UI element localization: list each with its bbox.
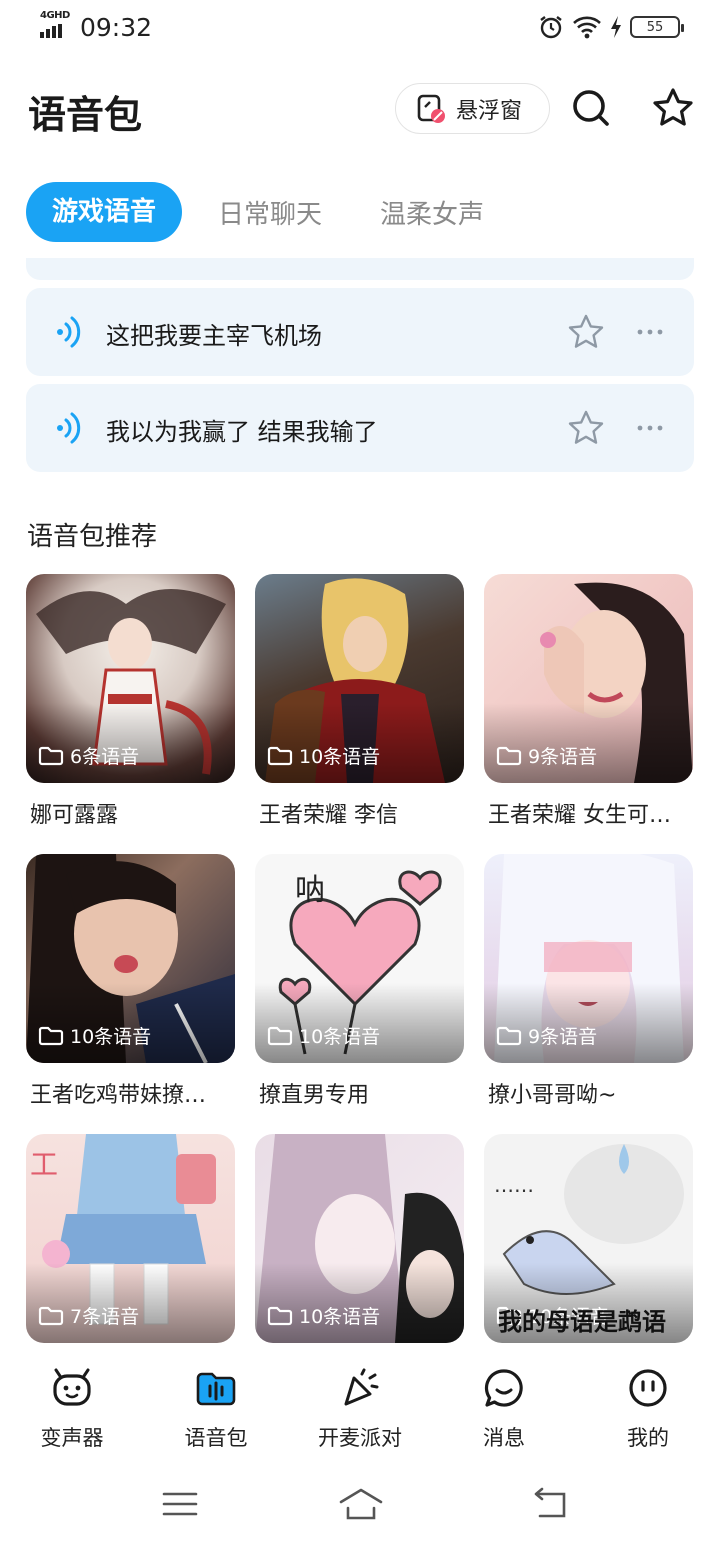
voice-pack-card[interactable]: 10条语音 王者荣耀 李信 [255,574,464,829]
folder-icon [496,746,522,765]
svg-text:工: 工 [30,1148,58,1181]
voice-item[interactable]: 我以为我赢了 结果我输了 [26,384,694,472]
voice-title: 我以为我赢了 结果我输了 [106,418,378,446]
folder-icon [267,746,293,765]
clock: 09:32 [80,13,153,42]
pack-name: 王者荣耀 李信 [259,803,398,828]
section-title: 语音包推荐 [27,522,158,552]
tab-game-voice[interactable]: 游戏语音 [26,182,183,242]
status-icons: 55 [538,14,684,40]
battery-indicator: 55 [630,16,684,38]
float-window-button[interactable]: 悬浮窗 [395,83,550,134]
pack-name: 王者荣耀 女生可… [488,803,671,828]
pack-count: 9条语音 [496,1022,597,1049]
profile-icon [629,1369,667,1407]
float-window-label: 悬浮窗 [456,98,523,124]
folder-icon [38,1026,64,1045]
pack-name: 撩小哥哥呦~ [488,1083,617,1108]
signal-icon [40,24,62,38]
folder-icon [38,1306,64,1325]
more-options-icon[interactable] [634,318,666,346]
message-icon [484,1369,523,1407]
voice-pack-card[interactable]: 9条语音 撩小哥哥呦~ [484,854,693,1109]
nav-item-voice-changer[interactable]: 变声器 [0,1352,144,1464]
alarm-icon [540,16,562,39]
pack-thumbnail: 工 7条语音 [26,1134,235,1343]
pack-count: 10条语音 [267,1302,380,1329]
more-options-icon[interactable] [634,414,666,442]
pack-thumbnail: 10条语音 [26,854,235,1063]
voice-pack-card[interactable]: 6条语音 娜可露露 [26,574,235,829]
pack-thumbnail: 10条语音 [255,1134,464,1343]
favorites-star-icon[interactable] [651,86,695,130]
pack-count: 9条语音 [496,742,597,769]
tab-daily-chat[interactable]: 日常聊天 [218,194,322,231]
charging-icon [611,16,621,38]
party-icon [344,1368,379,1406]
tab-gentle-female[interactable]: 温柔女声 [380,194,484,231]
nav-item-voice-pack[interactable]: 语音包 [144,1352,288,1464]
nav-item-party[interactable]: 开麦派对 [288,1352,432,1464]
voice-changer-icon [53,1368,91,1406]
svg-text:……: …… [494,1173,534,1197]
sound-wave-icon [57,316,81,348]
voice-title: 这把我要主宰飞机场 [106,322,322,350]
pack-name: 王者吃鸡带妹撩… [30,1083,207,1108]
status-bar: 4GHD 09:32 55 [0,0,720,58]
back-icon[interactable] [530,1484,570,1524]
pack-name: 娜可露露 [30,803,119,828]
pack-name: 撩直男专用 [259,1083,370,1108]
search-icon[interactable] [569,86,613,130]
voice-pack-card[interactable]: …… 10条语音 我的母语是鹉语 [484,1134,693,1343]
star-icon[interactable] [566,312,606,352]
bottom-navigation: 变声器 语音包 开麦派对 消息 我的 [0,1352,720,1464]
menu-icon[interactable] [160,1484,200,1524]
nav-item-message[interactable]: 消息 [432,1352,576,1464]
nav-item-profile[interactable]: 我的 [576,1352,720,1464]
sound-wave-icon [57,412,81,444]
pack-thumbnail: 9条语音 [484,574,693,783]
pack-thumbnail: 6条语音 [26,574,235,783]
pack-thumbnail: 9条语音 [484,854,693,1063]
network-type: 4GHD [40,10,70,21]
voice-pack-icon [196,1372,236,1406]
system-navigation-bar [0,1464,720,1544]
voice-pack-card[interactable]: 工 7条语音 [26,1134,235,1343]
pack-count: 10条语音 [267,742,380,769]
float-window-icon [417,94,445,123]
voice-pack-card[interactable]: 呐 10条语音 撩直男专用 [255,854,464,1109]
voice-pack-card[interactable]: 10条语音 王者吃鸡带妹撩… [26,854,235,1109]
pack-thumbnail: 10条语音 [255,574,464,783]
category-tabs: 游戏语音 日常聊天 温柔女声 [26,182,542,242]
thumb-caption: 我的母语是鹉语 [498,1308,666,1336]
voice-pack-card[interactable]: 9条语音 王者荣耀 女生可… [484,574,693,829]
voice-pack-card[interactable]: 10条语音 [255,1134,464,1343]
folder-icon [496,1026,522,1045]
list-item-partial [26,258,694,280]
voice-item[interactable]: 这把我要主宰飞机场 [26,288,694,376]
battery-level: 55 [646,19,664,35]
wifi-icon [573,16,601,39]
pack-count: 10条语音 [38,1022,151,1049]
folder-icon [38,746,64,765]
star-icon[interactable] [566,408,606,448]
home-icon[interactable] [338,1484,384,1524]
page-title: 语音包 [28,93,143,137]
folder-icon [267,1306,293,1325]
folder-icon [267,1026,293,1045]
pack-count: 6条语音 [38,742,139,769]
pack-thumbnail: …… 10条语音 我的母语是鹉语 [484,1134,693,1343]
pack-thumbnail: 呐 10条语音 [255,854,464,1063]
pack-count: 7条语音 [38,1302,139,1329]
pack-count: 10条语音 [267,1022,380,1049]
svg-text:呐: 呐 [295,873,325,908]
